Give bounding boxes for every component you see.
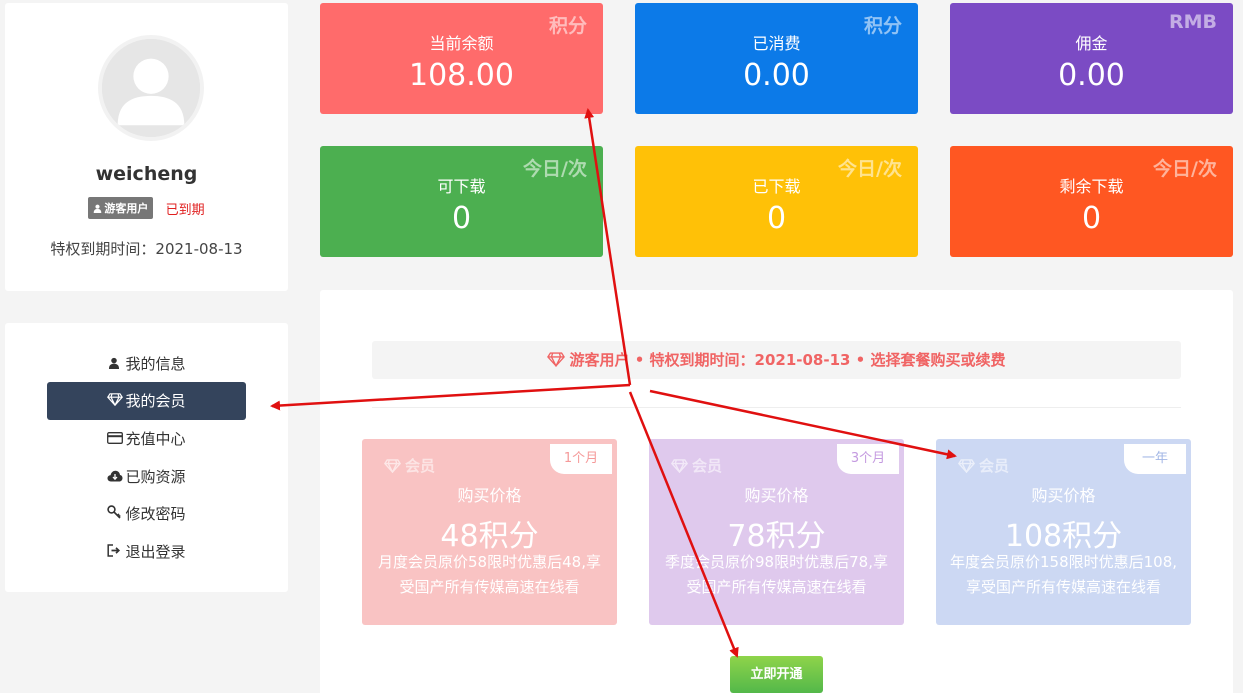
divider <box>372 407 1181 408</box>
user-icon <box>107 347 121 385</box>
plan-period: 3个月 <box>837 444 899 474</box>
credit-card-icon <box>107 422 124 460</box>
sidebar-item-label: 退出登录 <box>125 543 186 561</box>
plan-price-label: 购买价格 <box>1031 486 1096 505</box>
plan-period: 1个月 <box>550 444 612 474</box>
plan-tag-label: 会员 <box>405 457 436 475</box>
plan-price: 78积分 <box>727 519 826 554</box>
membership-notice: 游客用户 • 特权到期时间：2021-08-13 • 选择套餐购买或续费 <box>372 341 1181 379</box>
sidebar-menu: 我的信息 我的会员 充值中心 已购资源 修改密码 退出登录 <box>5 323 288 592</box>
user-icon <box>94 204 102 213</box>
plan-description: 季度会员原价98限时优惠后78,享受国产所有传媒高速在线看 <box>665 553 888 596</box>
plan-tag: 会员 <box>383 455 436 476</box>
stat-card-commission: RMB 佣金 0.00 <box>950 3 1233 114</box>
notice-text: 游客用户 • 特权到期时间：2021-08-13 • 选择套餐购买或续费 <box>569 351 1006 369</box>
stat-label: 可下载 <box>437 177 486 196</box>
stat-label: 当前余额 <box>429 34 494 53</box>
expire-date: 特权到期时间：2021-08-13 <box>50 240 243 258</box>
stat-value: 0 <box>451 201 472 236</box>
sidebar-item-label: 我的信息 <box>125 355 186 373</box>
sidebar-item-change-password[interactable]: 修改密码 <box>47 495 246 533</box>
stat-card-balance: 积分 当前余额 108.00 <box>320 3 603 114</box>
plan-description: 月度会员原价58限时优惠后48,享受国产所有传媒高速在线看 <box>378 553 601 596</box>
sidebar-item-label: 已购资源 <box>125 468 186 486</box>
role-badge: 游客用户 <box>88 197 154 219</box>
open-membership-button[interactable]: 立即开通 <box>730 656 823 693</box>
stat-value: 0.00 <box>1058 58 1125 93</box>
username: weicheng <box>95 163 198 185</box>
stat-value: 0 <box>766 201 787 236</box>
sidebar-item-logout[interactable]: 退出登录 <box>47 533 246 571</box>
plan-tag-label: 会员 <box>692 457 723 475</box>
stat-label: 剩余下载 <box>1059 177 1124 196</box>
diamond-icon <box>107 384 124 422</box>
stat-value: 0 <box>1081 201 1102 236</box>
sidebar-item-label: 我的会员 <box>125 392 186 410</box>
cloud-download-icon <box>107 460 123 498</box>
sign-out-icon <box>107 535 121 573</box>
diamond-icon <box>547 352 566 367</box>
stat-label: 已下载 <box>752 177 801 196</box>
plan-price-label: 购买价格 <box>457 486 522 505</box>
role-badge-label: 游客用户 <box>104 202 149 215</box>
membership-panel: 游客用户 • 特权到期时间：2021-08-13 • 选择套餐购买或续费 会员 … <box>320 290 1233 693</box>
plan-price: 108积分 <box>1004 519 1123 554</box>
sidebar-item-label: 充值中心 <box>125 430 186 448</box>
plan-card-quarterly[interactable]: 会员 3个月 购买价格 78积分 季度会员原价98限时优惠后78,享受国产所有传… <box>649 439 904 625</box>
status-expired: 已到期 <box>165 202 205 218</box>
sidebar-item-my-membership[interactable]: 我的会员 <box>47 382 246 420</box>
stat-card-consumed: 积分 已消费 0.00 <box>635 3 918 114</box>
diamond-icon <box>670 459 689 474</box>
plan-tag: 会员 <box>670 455 723 476</box>
plan-description: 年度会员原价158限时优惠后108,享受国产所有传媒高速在线看 <box>949 553 1178 596</box>
sidebar-item-label: 修改密码 <box>125 505 186 523</box>
stat-label: 佣金 <box>1075 34 1108 53</box>
stat-card-downloadable: 今日/次 可下载 0 <box>320 146 603 257</box>
plan-tag: 会员 <box>957 455 1010 476</box>
plan-card-yearly[interactable]: 会员 一年 购买价格 108积分 年度会员原价158限时优惠后108,享受国产所… <box>936 439 1191 625</box>
sidebar-item-recharge[interactable]: 充值中心 <box>47 420 246 458</box>
sidebar-item-purchased[interactable]: 已购资源 <box>47 458 246 496</box>
stat-value: 0.00 <box>743 58 810 93</box>
plan-price: 48积分 <box>440 519 539 554</box>
key-icon <box>107 497 122 535</box>
role-row: 游客用户 已到期 <box>5 197 288 219</box>
sidebar-item-my-info[interactable]: 我的信息 <box>47 345 246 383</box>
stat-value: 108.00 <box>409 58 514 93</box>
default-avatar-icon <box>102 39 200 137</box>
plan-period: 一年 <box>1124 444 1186 474</box>
stat-card-downloaded: 今日/次 已下载 0 <box>635 146 918 257</box>
stat-label: 已消费 <box>752 34 801 53</box>
diamond-icon <box>383 459 402 474</box>
diamond-icon <box>957 459 976 474</box>
plan-tag-label: 会员 <box>979 457 1010 475</box>
plan-card-monthly[interactable]: 会员 1个月 购买价格 48积分 月度会员原价58限时优惠后48,享受国产所有传… <box>362 439 617 625</box>
plan-price-label: 购买价格 <box>744 486 809 505</box>
stat-card-remaining: 今日/次 剩余下载 0 <box>950 146 1233 257</box>
avatar[interactable] <box>98 35 204 141</box>
profile-card: weicheng 游客用户 已到期 特权到期时间：2021-08-13 <box>5 3 288 291</box>
